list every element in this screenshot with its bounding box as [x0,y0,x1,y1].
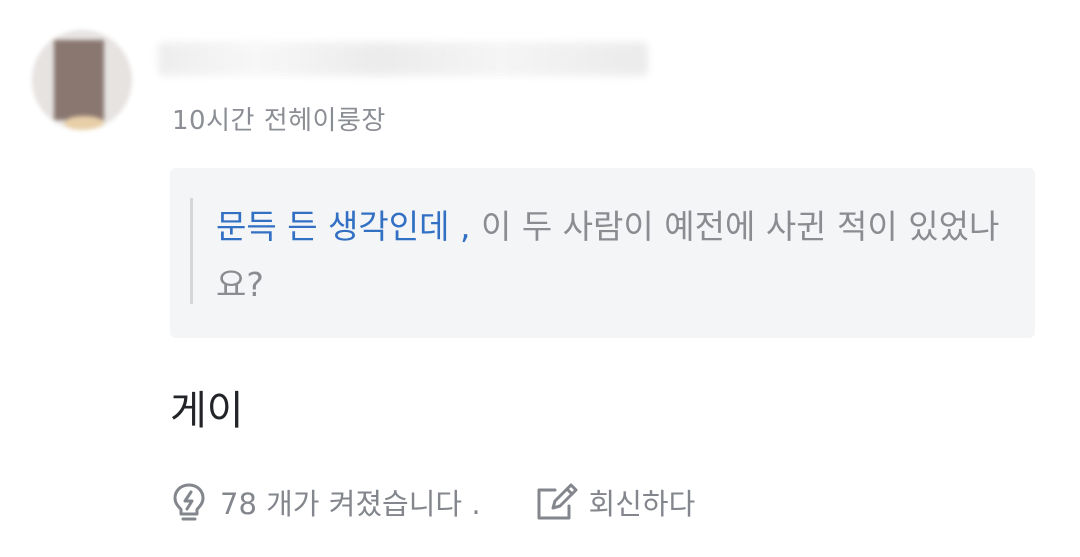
comment-card: 10시간 전헤이룽장 문득 든 생각인데 , 이 두 사람이 예전에 사귄 적이… [0,0,1080,557]
avatar[interactable] [32,30,132,130]
comment-meta: 10시간 전헤이룽장 [172,100,386,137]
lightbulb-bolt-icon [172,482,206,522]
quoted-comment[interactable]: 문득 든 생각인데 , 이 두 사람이 예전에 사귄 적이 있었나요? [170,168,1035,338]
quote-bar [190,198,193,304]
comment-body: 게이 [170,388,244,434]
reply-button[interactable]: 회신하다 [535,481,696,523]
username-redacted[interactable] [158,42,648,76]
avatar-blur-chin [64,116,104,130]
avatar-blur-block [54,40,104,120]
reply-label: 회신하다 [588,487,696,521]
upvote-count-label: 78 개가 켜졌습니다 . [220,487,481,521]
comment-timestamp: 10시간 전 [172,106,289,136]
quote-text-block: 문득 든 생각인데 , 이 두 사람이 예전에 사귄 적이 있었나요? [216,198,1016,314]
author-title: 헤이룽장 [288,106,386,136]
upvote-button[interactable]: 78 개가 켜졌습니다 . [172,481,481,523]
comment-actions: 78 개가 켜졌습니다 . 회신하다 [172,478,695,526]
quote-author-link[interactable]: 문득 든 생각인데 , [216,207,470,246]
edit-pencil-icon [535,482,579,522]
